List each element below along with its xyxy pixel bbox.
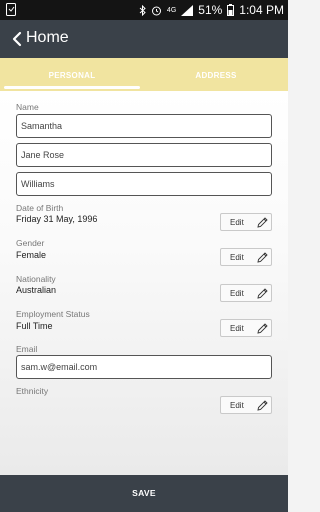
tab-address[interactable]: ADDRESS bbox=[144, 58, 288, 91]
middle-name-field[interactable]: Jane Rose bbox=[16, 143, 272, 167]
edit-employment-button[interactable]: Edit bbox=[220, 319, 272, 337]
edit-ethnicity-button[interactable]: Edit bbox=[220, 396, 272, 414]
status-bar: 4G 51% 1:04 PM bbox=[0, 0, 288, 20]
signal-label: 4G bbox=[166, 6, 177, 14]
dob-value: Friday 31 May, 1996 bbox=[16, 214, 98, 224]
edit-nationality-button[interactable]: Edit bbox=[220, 284, 272, 302]
gender-value: Female bbox=[16, 250, 47, 260]
pencil-icon bbox=[257, 216, 268, 228]
email-label: Email bbox=[16, 344, 38, 354]
battery-percent: 51% bbox=[198, 3, 223, 17]
tab-bar: PERSONAL ADDRESS bbox=[0, 58, 288, 91]
back-button[interactable] bbox=[6, 28, 28, 50]
nationality-value: Australian bbox=[16, 285, 57, 295]
edit-dob-button[interactable]: Edit bbox=[220, 213, 272, 231]
employment-label: Employment Status bbox=[16, 309, 90, 319]
chevron-left-icon bbox=[12, 31, 22, 47]
last-name-field[interactable]: Williams bbox=[16, 172, 272, 196]
edit-label: Edit bbox=[230, 217, 244, 227]
notification-icon bbox=[6, 3, 16, 16]
edit-label: Edit bbox=[230, 288, 244, 298]
name-label: Name bbox=[16, 102, 39, 112]
pencil-icon bbox=[257, 322, 268, 334]
first-name-field[interactable]: Samantha bbox=[16, 114, 272, 138]
tab-indicator bbox=[4, 86, 140, 89]
email-field[interactable]: sam.w@email.com bbox=[16, 355, 272, 379]
pencil-icon bbox=[257, 251, 268, 263]
edit-label: Edit bbox=[230, 323, 244, 333]
pencil-icon bbox=[257, 287, 268, 299]
nationality-label: Nationality bbox=[16, 274, 56, 284]
alarm-icon bbox=[151, 5, 162, 16]
ethnicity-label: Ethnicity bbox=[16, 386, 49, 396]
edit-label: Edit bbox=[230, 252, 244, 262]
personal-form: Name Samantha Jane Rose Williams Date of… bbox=[0, 91, 288, 475]
page-title: Home bbox=[26, 29, 69, 46]
edit-label: Edit bbox=[230, 400, 244, 410]
battery-icon bbox=[227, 4, 235, 16]
gender-label: Gender bbox=[16, 238, 45, 248]
save-button[interactable]: SAVE bbox=[0, 475, 288, 512]
bluetooth-icon bbox=[139, 4, 146, 16]
pencil-icon bbox=[257, 399, 268, 411]
signal-icon bbox=[181, 4, 194, 16]
edit-gender-button[interactable]: Edit bbox=[220, 248, 272, 266]
employment-value: Full Time bbox=[16, 321, 53, 331]
app-bar: Home bbox=[0, 20, 288, 58]
clock: 1:04 PM bbox=[239, 3, 284, 17]
dob-label: Date of Birth bbox=[16, 203, 64, 213]
